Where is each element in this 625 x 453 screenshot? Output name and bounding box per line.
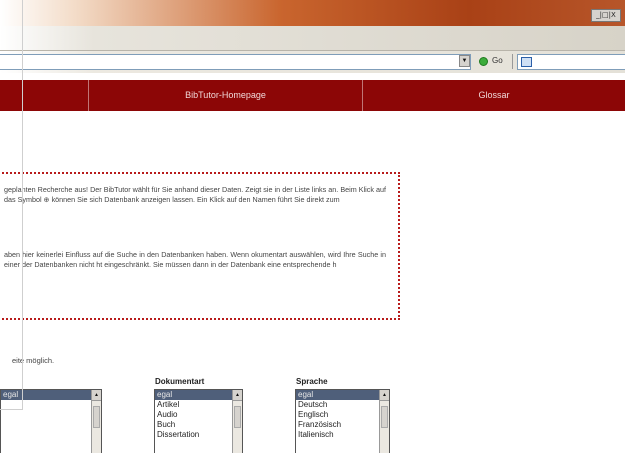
list-option[interactable]: Deutsch — [296, 400, 389, 410]
address-input[interactable] — [0, 54, 471, 70]
frame-edge-bottom — [0, 409, 22, 410]
scrollbar[interactable]: ▲ — [379, 390, 389, 453]
info-paragraph-1: geplanten Recherche aus! Der BibTutor wä… — [4, 185, 386, 204]
site-navigation: BibTutor-Homepage Glossar — [0, 80, 625, 111]
list-option[interactable]: Buch — [155, 420, 242, 430]
scroll-thumb[interactable] — [234, 406, 241, 428]
window-title-bar: _|□|X — [0, 0, 625, 26]
window-controls[interactable]: _|□|X — [591, 9, 621, 22]
links-field[interactable] — [517, 54, 625, 70]
sprache-label: Sprache — [296, 377, 328, 386]
filter-listbox-left[interactable]: egal ▲ — [0, 389, 102, 453]
info-box: geplanten Recherche aus! Der BibTutor wä… — [0, 172, 400, 320]
scrollbar[interactable]: ▲ — [91, 390, 101, 453]
list-option[interactable]: Französisch — [296, 420, 389, 430]
go-icon[interactable] — [479, 57, 488, 66]
hint-text: eite möglich. — [12, 356, 55, 365]
list-option[interactable]: Artikel — [155, 400, 242, 410]
nav-item-glossar[interactable]: Glossar — [363, 80, 625, 111]
list-option[interactable]: Englisch — [296, 410, 389, 420]
scroll-thumb[interactable] — [93, 406, 100, 428]
go-label[interactable]: Go — [492, 56, 503, 65]
toolbar-separator — [512, 54, 513, 69]
list-option[interactable]: egal — [155, 390, 242, 400]
nav-item-bibtutor-homepage[interactable]: BibTutor-Homepage — [89, 80, 362, 111]
address-dropdown-button[interactable]: ▼ — [459, 55, 470, 67]
list-option[interactable]: Audio — [155, 410, 242, 420]
list-option[interactable]: Italienisch — [296, 430, 389, 440]
scrollbar[interactable]: ▲ — [232, 390, 242, 453]
links-icon — [521, 57, 532, 67]
list-option[interactable]: egal — [1, 390, 101, 400]
address-bar: ▼ Go — [0, 51, 625, 73]
list-option[interactable]: egal — [296, 390, 389, 400]
scroll-up-icon[interactable]: ▲ — [92, 390, 101, 401]
dokumentart-listbox[interactable]: egal Artikel Audio Buch Dissertation ▲ — [154, 389, 243, 453]
scroll-thumb[interactable] — [381, 406, 388, 428]
dokumentart-label: Dokumentart — [155, 377, 205, 386]
sprache-listbox[interactable]: egal Deutsch Englisch Französisch Italie… — [295, 389, 390, 453]
info-paragraph-2: aben hier keinerlei Einfluss auf die Suc… — [4, 250, 386, 269]
nav-item-left[interactable] — [0, 80, 88, 111]
scroll-up-icon[interactable]: ▲ — [233, 390, 242, 401]
scroll-up-icon[interactable]: ▲ — [380, 390, 389, 401]
list-option[interactable]: Dissertation — [155, 430, 242, 440]
toolbar — [0, 26, 625, 51]
